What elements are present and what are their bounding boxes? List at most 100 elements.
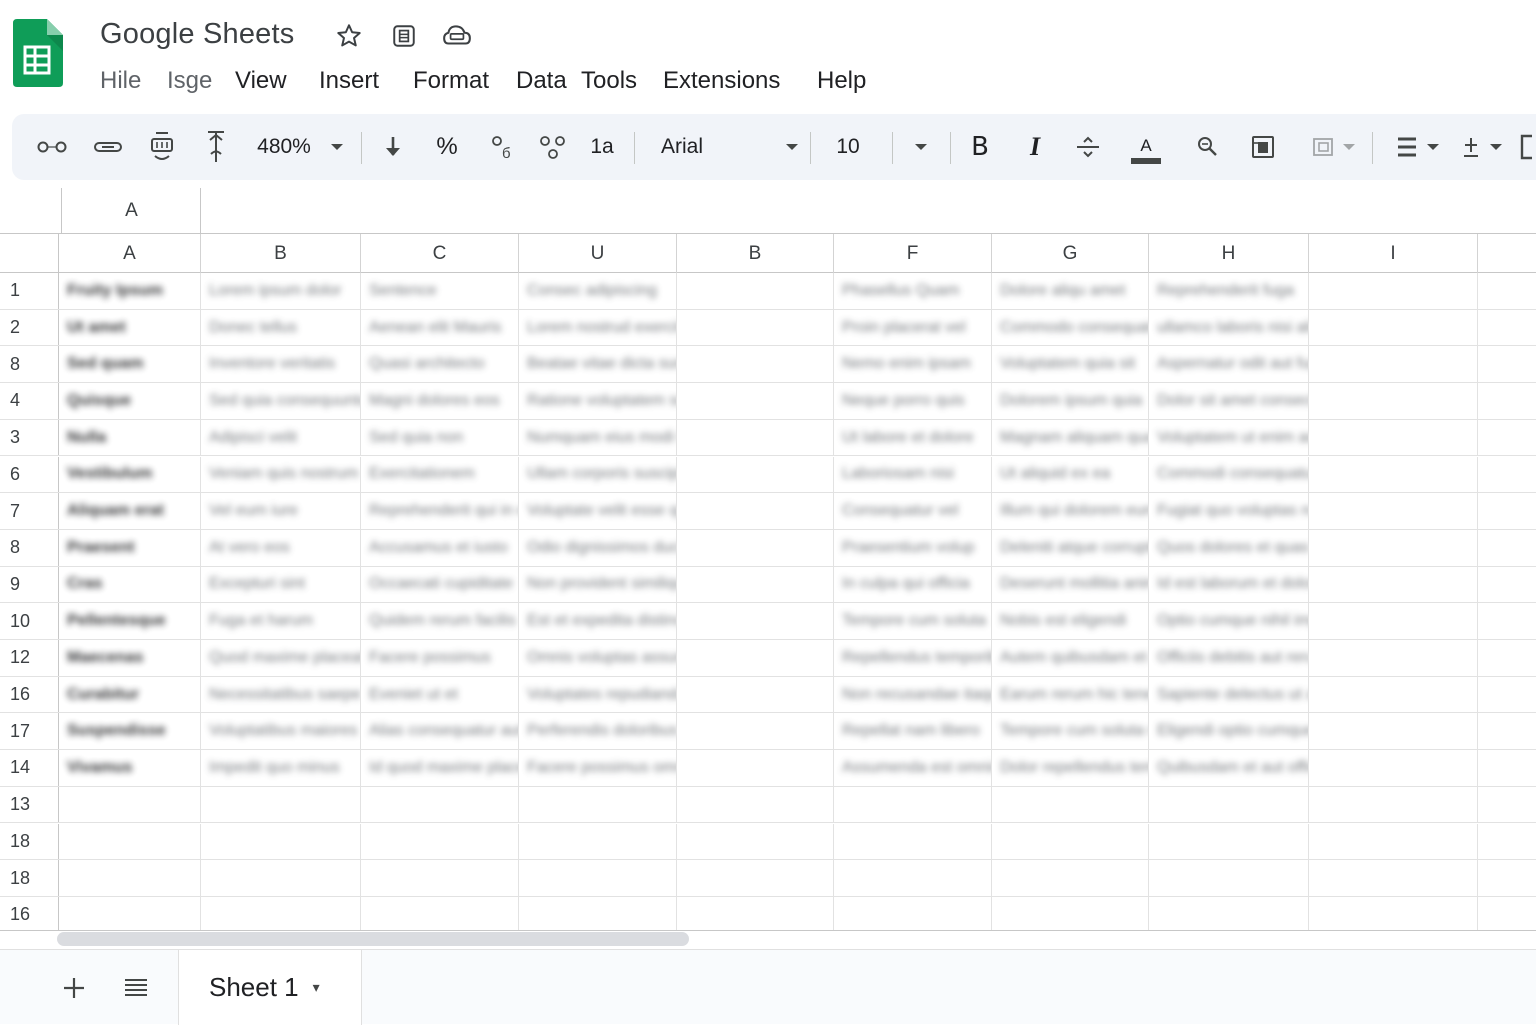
grid-cell[interactable]: Dolore aliqu amet: [992, 273, 1149, 309]
all-sheets-list-icon[interactable]: [114, 950, 158, 1025]
grid-cell[interactable]: [992, 896, 1149, 933]
grid-cell[interactable]: [1309, 346, 1478, 383]
grid-cell[interactable]: Autem quibusdam et aut: [992, 640, 1149, 676]
format-percent-button[interactable]: %: [427, 114, 467, 180]
decrease-decimal-icon[interactable]: б: [482, 114, 522, 180]
row-header[interactable]: 17: [0, 713, 59, 750]
grid-cell[interactable]: Quasi architecto: [361, 346, 519, 383]
column-header[interactable]: H: [1149, 234, 1309, 273]
grid-cell[interactable]: Phasellus Quam: [834, 273, 992, 309]
grid-cell[interactable]: Eveniet ut et: [361, 676, 519, 713]
grid-cell[interactable]: [1149, 786, 1309, 823]
column-header[interactable]: A: [59, 234, 201, 273]
row-header[interactable]: 18: [0, 823, 59, 860]
undo-icon[interactable]: [32, 114, 72, 180]
grid-cell[interactable]: Facere possimus omnis voluptas: [519, 750, 677, 786]
align-menu-icon[interactable]: [1390, 114, 1446, 180]
grid-cell[interactable]: Pellentesque: [59, 603, 201, 639]
grid-cell[interactable]: [1309, 493, 1478, 529]
grid-cell[interactable]: Impedit quo minus: [201, 750, 361, 786]
grid-cell[interactable]: [677, 566, 834, 603]
grid-cell[interactable]: [1478, 567, 1536, 603]
row-header[interactable]: 3: [0, 419, 59, 456]
grid-cell[interactable]: Beatae vitae dicta sunt explicabo: [519, 346, 677, 383]
grid-cell[interactable]: Repellendus temporibus: [834, 640, 992, 676]
grid-cell[interactable]: Neque porro quis: [834, 383, 992, 419]
grid-cell[interactable]: [1309, 419, 1478, 456]
grid-cell[interactable]: [59, 786, 201, 823]
sort-down-icon[interactable]: [374, 114, 412, 180]
grid-cell[interactable]: Lorem nostrud exercitation ullamco: [519, 309, 677, 346]
grid-cell[interactable]: Sed quia non: [361, 419, 519, 456]
grid-cell[interactable]: [677, 603, 834, 639]
grid-cell[interactable]: Lorem ipsum dolor: [201, 273, 361, 309]
grid-cell[interactable]: [992, 860, 1149, 896]
strikethrough-icon[interactable]: [1070, 114, 1106, 180]
grid-cell[interactable]: Tempore cum soluta: [834, 603, 992, 639]
grid-cell[interactable]: [834, 786, 992, 823]
grid-cell[interactable]: [677, 346, 834, 383]
grid-cell[interactable]: [1309, 750, 1478, 786]
grid-cell[interactable]: Excepturi sint: [201, 566, 361, 603]
grid-cell[interactable]: [992, 823, 1149, 860]
select-all-corner[interactable]: [0, 234, 59, 273]
text-color-button[interactable]: A: [1126, 114, 1166, 180]
grid-cell[interactable]: Praesentium volup: [834, 529, 992, 566]
grid-cell[interactable]: Non recusandae itaque: [834, 676, 992, 713]
row-header[interactable]: 1: [0, 273, 59, 309]
name-box[interactable]: A: [63, 188, 201, 234]
grid-cell[interactable]: [677, 860, 834, 896]
grid-cell[interactable]: [677, 713, 834, 750]
grid-cell[interactable]: [1309, 566, 1478, 603]
grid-cell[interactable]: [201, 896, 361, 933]
grid-cell[interactable]: Suspendisse: [59, 713, 201, 750]
grid-cell[interactable]: [677, 273, 834, 309]
grid-cell[interactable]: [677, 640, 834, 676]
italic-button[interactable]: I: [1017, 114, 1053, 180]
sheet-tab-dropdown-icon[interactable]: ▾: [313, 979, 320, 996]
grid-cell[interactable]: [519, 823, 677, 860]
grid-cell[interactable]: [59, 896, 201, 933]
grid-cell[interactable]: Nobis est eligendi: [992, 603, 1149, 639]
increase-decimal-icon[interactable]: [533, 114, 573, 180]
font-family-select[interactable]: Arial: [648, 114, 798, 180]
column-header[interactable]: B: [201, 234, 361, 273]
row-header[interactable]: 10: [0, 603, 59, 639]
sheet-tab[interactable]: Sheet 1 ▾: [178, 950, 362, 1025]
grid-cell[interactable]: [677, 529, 834, 566]
grid-cell[interactable]: Necessitatibus saepe: [201, 676, 361, 713]
row-header[interactable]: 16: [0, 676, 59, 713]
row-header[interactable]: 12: [0, 640, 59, 676]
grid-cell[interactable]: [519, 860, 677, 896]
grid-cell[interactable]: Voluptate velit esse quam nihil molestia…: [519, 493, 677, 529]
grid-cell[interactable]: Quibusdam et aut officiis: [1149, 750, 1309, 786]
grid-cell[interactable]: Quisque: [59, 383, 201, 419]
grid-cell[interactable]: Ullam corporis suscipit: [519, 456, 677, 493]
grid-cell[interactable]: [834, 860, 992, 896]
grid-cell[interactable]: Alias consequatur aut: [361, 713, 519, 750]
grid-cell[interactable]: [1478, 713, 1536, 749]
grid-cell[interactable]: Facere possimus: [361, 640, 519, 676]
grid-cell[interactable]: [1478, 640, 1536, 676]
grid-cell[interactable]: Fruity Ipsum: [59, 273, 201, 309]
grid-cell[interactable]: [1149, 860, 1309, 896]
grid-cell[interactable]: Officiis debitis aut rerum: [1149, 640, 1309, 676]
grid-cell[interactable]: [834, 823, 992, 860]
grid-cell[interactable]: [201, 786, 361, 823]
grid-cell[interactable]: Sed quam: [59, 346, 201, 383]
grid-cell[interactable]: [1478, 603, 1536, 639]
grid-cell[interactable]: [1309, 713, 1478, 750]
grid-cell[interactable]: Praesent: [59, 529, 201, 566]
redo-icon[interactable]: [88, 114, 128, 180]
grid-cell[interactable]: [677, 383, 834, 419]
borders-icon[interactable]: [1302, 114, 1364, 180]
grid-cell[interactable]: Inventore veritatis: [201, 346, 361, 383]
grid-cell[interactable]: [1309, 676, 1478, 713]
grid-cell[interactable]: Aenean elit Mauris: [361, 309, 519, 346]
grid-cell[interactable]: [361, 860, 519, 896]
menu-help[interactable]: Help: [817, 66, 866, 96]
grid-cell[interactable]: [1478, 346, 1536, 382]
grid-cell[interactable]: Tempore cum soluta nobis: [992, 713, 1149, 750]
menu-format[interactable]: Format: [413, 66, 489, 96]
grid-cell[interactable]: Voluptatem quia sit: [992, 346, 1149, 383]
